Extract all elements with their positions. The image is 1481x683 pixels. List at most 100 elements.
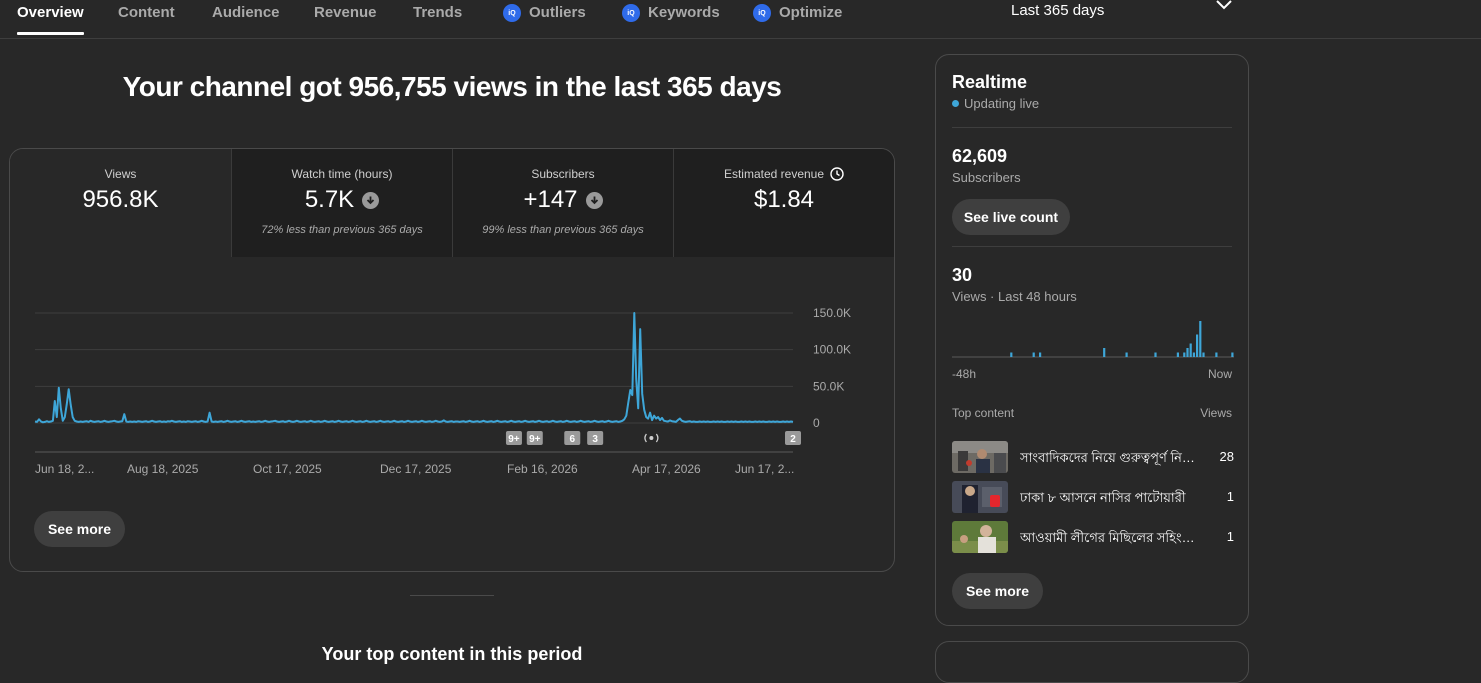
tab-outliers-label: Outliers bbox=[529, 4, 586, 21]
metric-label: Subscribers bbox=[531, 167, 595, 181]
mini-chart-bar[interactable] bbox=[1183, 352, 1186, 358]
next-card bbox=[935, 641, 1249, 683]
arrow-down-circle-icon bbox=[362, 191, 380, 209]
svg-text:2: 2 bbox=[790, 434, 796, 445]
realtime-subscribers-label: Subscribers bbox=[952, 170, 1021, 185]
tab-optimize-label: Optimize bbox=[779, 4, 843, 21]
date-range-selector[interactable]: Last 365 days bbox=[1011, 2, 1104, 19]
divider bbox=[952, 246, 1232, 247]
video-title: আওয়ামী লীগের মিছিলের সহিংসতা bbox=[1020, 530, 1196, 545]
mini-chart-bar[interactable] bbox=[1196, 334, 1199, 358]
mini-chart-bar[interactable] bbox=[1192, 352, 1195, 358]
axis-start-label: -48h bbox=[952, 367, 977, 381]
top-content-heading: Your top content in this period bbox=[321, 644, 583, 664]
mini-chart-bar[interactable] bbox=[1125, 352, 1128, 358]
page-headline: Your channel got 956,755 views in the la… bbox=[122, 71, 782, 102]
mini-chart-bar[interactable] bbox=[1189, 343, 1192, 358]
svg-text:6: 6 bbox=[569, 434, 575, 445]
y-tick-label: 50.0K bbox=[813, 379, 844, 393]
metric-label: Estimated revenue bbox=[674, 167, 894, 181]
mini-chart-bar[interactable] bbox=[1103, 348, 1106, 357]
realtime-views-bar-chart[interactable] bbox=[952, 311, 1234, 361]
tab-content[interactable]: Content bbox=[118, 4, 175, 34]
mini-chart-bar[interactable] bbox=[1039, 352, 1042, 358]
metric-note: 72% less than previous 365 days bbox=[261, 224, 423, 236]
svg-text:3: 3 bbox=[592, 434, 598, 445]
mini-chart-bar[interactable] bbox=[1199, 321, 1202, 357]
annotation-marker[interactable]: 9+ bbox=[505, 431, 522, 445]
video-title: ঢাকা ৮ আসনে নাসির পাটোয়ারী bbox=[1020, 490, 1186, 505]
svg-text:9+: 9+ bbox=[529, 434, 541, 445]
tab-outliers[interactable]: iQ Outliers bbox=[503, 4, 586, 34]
views-column-label: Views bbox=[1200, 406, 1232, 420]
top-content-row[interactable]: আওয়ামী লীগের মিছিলের সহিংসতা 1 bbox=[952, 521, 1234, 553]
mini-chart-bar[interactable] bbox=[1032, 352, 1035, 358]
x-tick-label: Dec 17, 2025 bbox=[380, 462, 452, 476]
tab-trends[interactable]: Trends bbox=[413, 4, 462, 34]
see-more-button[interactable]: See more bbox=[34, 511, 125, 547]
axis-end-label: Now bbox=[1207, 367, 1232, 381]
video-thumbnail bbox=[952, 521, 1008, 553]
metric-estimated-revenue[interactable]: Estimated revenue $1.84 bbox=[674, 149, 894, 257]
live-broadcast-icon[interactable] bbox=[644, 433, 659, 443]
mini-chart-bar[interactable] bbox=[1186, 348, 1189, 357]
views-series-line bbox=[34, 312, 794, 424]
metric-views[interactable]: Views 956.8K bbox=[10, 149, 231, 257]
annotation-marker[interactable]: 9+ bbox=[526, 431, 543, 445]
iq-badge-icon: iQ bbox=[503, 4, 521, 22]
video-thumbnail bbox=[952, 441, 1008, 473]
x-tick-label: Jun 17, 2... bbox=[735, 462, 794, 476]
metric-value: $1.84 bbox=[753, 186, 815, 213]
realtime-subscribers-value: 62,609 bbox=[952, 146, 1008, 166]
metric-subscribers[interactable]: Subscribers +147 99% less than previous … bbox=[453, 149, 673, 257]
mini-chart-bar[interactable] bbox=[1010, 352, 1013, 358]
see-live-count-button[interactable]: See live count bbox=[952, 199, 1070, 235]
annotation-marker[interactable]: 3 bbox=[587, 431, 604, 445]
realtime-card: Realtime Updating live 62,609 Subscriber… bbox=[935, 54, 1249, 626]
metric-value: 5.7K bbox=[232, 186, 452, 214]
x-tick-label: Oct 17, 2025 bbox=[253, 462, 322, 476]
realtime-title: Realtime bbox=[952, 72, 1028, 92]
views-line-chart[interactable]: 150.0K 100.0K 50.0K 0 9+ 9+ 6 3 2 Jun 18, 2... Aug… bbox=[10, 257, 894, 487]
tab-optimize[interactable]: iQ Optimize bbox=[753, 4, 842, 34]
clock-icon bbox=[830, 167, 844, 181]
analytics-tab-bar: Overview Content Audience Revenue Trends… bbox=[0, 0, 1481, 39]
metric-note: 99% less than previous 365 days bbox=[482, 224, 644, 236]
metric-label: Watch time (hours) bbox=[291, 167, 393, 181]
x-tick-label: Aug 18, 2025 bbox=[127, 462, 199, 476]
x-tick-label: Apr 17, 2026 bbox=[632, 462, 701, 476]
video-views: 28 bbox=[1219, 449, 1234, 464]
mini-chart-bar[interactable] bbox=[1231, 352, 1234, 358]
tab-overview[interactable]: Overview bbox=[17, 4, 84, 35]
mini-chart-bar[interactable] bbox=[1154, 352, 1157, 358]
annotation-marker[interactable]: 6 bbox=[564, 431, 581, 445]
metric-label: Views bbox=[104, 167, 137, 181]
mini-chart-bar[interactable] bbox=[1176, 352, 1179, 358]
see-more-button[interactable]: See more bbox=[952, 573, 1043, 609]
y-tick-label: 150.0K bbox=[813, 306, 851, 320]
top-content-row[interactable]: ঢাকা ৮ আসনে নাসির পাটোয়ারী 1 bbox=[952, 481, 1234, 513]
live-dot-icon bbox=[952, 100, 959, 107]
mini-chart-bar[interactable] bbox=[1215, 352, 1218, 358]
metric-watch-time[interactable]: Watch time (hours) 5.7K 72% less than pr… bbox=[232, 149, 452, 257]
tab-keywords[interactable]: iQ Keywords bbox=[622, 4, 720, 34]
metric-value: +147 bbox=[453, 186, 673, 214]
tab-audience[interactable]: Audience bbox=[212, 4, 280, 34]
annotation-marker[interactable]: 2 bbox=[785, 431, 801, 445]
iq-badge-icon: iQ bbox=[753, 4, 771, 22]
metric-value: 956.8K bbox=[82, 186, 159, 213]
video-views: 1 bbox=[1226, 489, 1234, 504]
realtime-views-value: 30 bbox=[952, 265, 973, 285]
top-content-row[interactable]: সাংবাদিকদের নিয়ে গুরুত্বপূর্ণ নির্দেশনা… bbox=[952, 441, 1234, 473]
iq-badge-icon: iQ bbox=[622, 4, 640, 22]
tab-revenue[interactable]: Revenue bbox=[314, 4, 377, 34]
video-views: 1 bbox=[1226, 529, 1234, 544]
live-status: Updating live bbox=[952, 96, 1039, 111]
chevron-down-icon[interactable] bbox=[1214, 0, 1234, 12]
x-tick-label: Jun 18, 2... bbox=[35, 462, 94, 476]
video-title: সাংবাদিকদের নিয়ে গুরুত্বপূর্ণ নির্দেশনা bbox=[1020, 450, 1196, 465]
divider bbox=[952, 127, 1232, 128]
tab-keywords-label: Keywords bbox=[648, 4, 720, 21]
overview-card: Views 956.8K Watch time (hours) 5.7K 72%… bbox=[9, 148, 895, 572]
mini-chart-bar[interactable] bbox=[1202, 352, 1205, 358]
